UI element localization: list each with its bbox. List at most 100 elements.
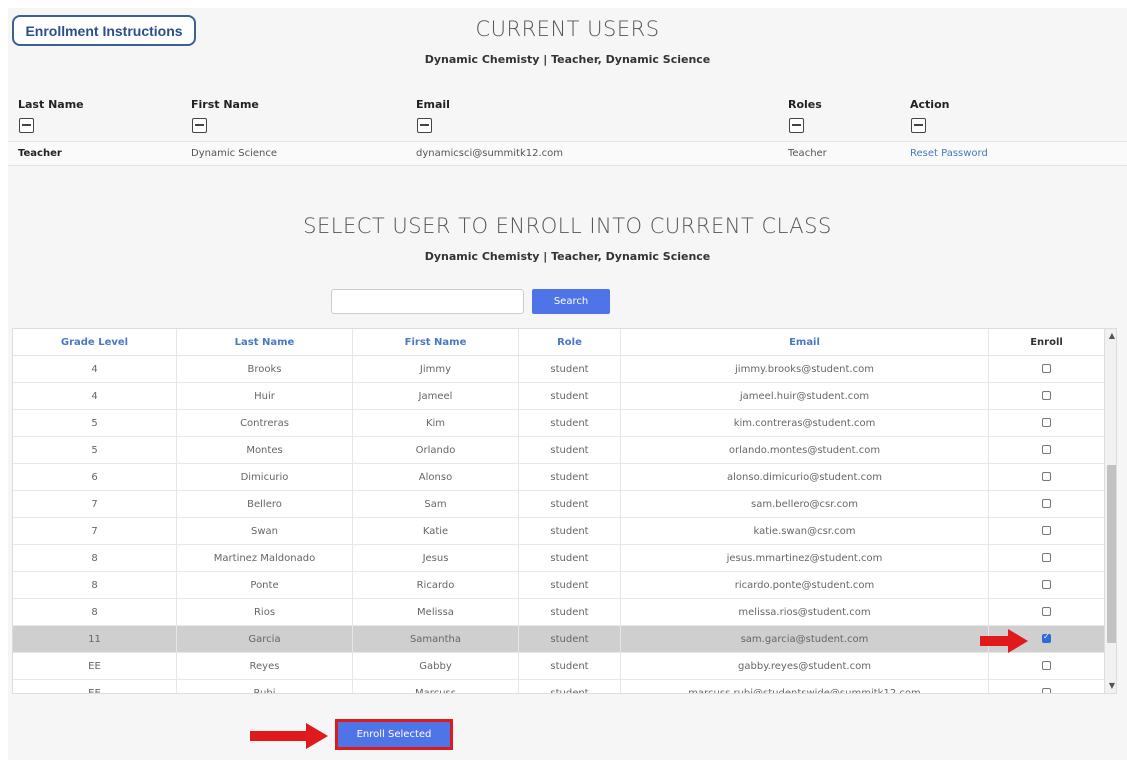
enroll-checkbox[interactable] xyxy=(1042,364,1051,373)
enroll-checkbox[interactable] xyxy=(1042,418,1051,427)
col-header-first-name: First Name xyxy=(191,98,259,111)
table-row[interactable]: 8 Martinez Maldonado Jesus student jesus.mma… xyxy=(13,545,1104,572)
scroll-up-icon[interactable]: ▲ xyxy=(1105,329,1116,343)
enroll-checkbox[interactable] xyxy=(1042,391,1051,400)
table-row[interactable]: 5 Contreras Kim student kim.contreras@studen… xyxy=(13,410,1104,437)
current-users-subtitle: Dynamic Chemisty | Teacher, Dynamic Scie… xyxy=(424,53,711,66)
col-header-email: Email xyxy=(416,98,450,111)
cell-last: Bellero xyxy=(177,491,353,518)
cell-email: marcuss.rubi@studentswide@summitk12.com xyxy=(621,680,989,693)
cell-last: Dimicurio xyxy=(177,464,353,491)
collapse-last-name-icon[interactable] xyxy=(19,118,34,133)
cell-role: student xyxy=(519,653,621,680)
th-email[interactable]: Email xyxy=(621,329,989,356)
cell-last: Garcia xyxy=(177,626,353,653)
cell-first: Melissa xyxy=(353,599,519,626)
enroll-table: Grade Level Last Name First Name Role Em… xyxy=(12,328,1117,694)
table-row[interactable]: 7 Swan Katie student katie.swan@csr.com xyxy=(13,518,1104,545)
cell-role: student xyxy=(519,599,621,626)
th-first-name[interactable]: First Name xyxy=(353,329,519,356)
cell-role: student xyxy=(519,356,621,383)
table-row[interactable]: 7 Bellero Sam student sam.bellero@csr.com xyxy=(13,491,1104,518)
enroll-checkbox[interactable] xyxy=(1042,499,1051,508)
cell-grade: 4 xyxy=(13,356,177,383)
cell-email: sam.bellero@csr.com xyxy=(621,491,989,518)
cell-first: Ricardo xyxy=(353,572,519,599)
cell-last: Brooks xyxy=(177,356,353,383)
reset-password-link[interactable]: Reset Password xyxy=(910,148,988,159)
cell-grade: 8 xyxy=(13,545,177,572)
select-user-subtitle: Dynamic Chemisty | Teacher, Dynamic Scie… xyxy=(424,250,711,263)
cell-email: kim.contreras@student.com xyxy=(621,410,989,437)
cell-role: student xyxy=(519,626,621,653)
cell-first: Marcuss xyxy=(353,680,519,693)
cell-first: Gabby xyxy=(353,653,519,680)
table-row[interactable]: 4 Brooks Jimmy student jimmy.brooks@student.… xyxy=(13,356,1104,383)
enroll-checkbox[interactable] xyxy=(1042,445,1051,454)
cell-last: Rubi xyxy=(177,680,353,693)
enroll-checkbox[interactable] xyxy=(1042,632,1051,643)
th-role[interactable]: Role xyxy=(519,329,621,356)
table-row[interactable]: 4 Huir Jameel student jameel.huir@student.co… xyxy=(13,383,1104,410)
cell-email: gabby.reyes@student.com xyxy=(621,653,989,680)
annotation-arrow-checkbox xyxy=(980,629,1028,653)
current-user-email: dynamicsci@summitk12.com xyxy=(416,148,564,159)
cell-email: melissa.rios@student.com xyxy=(621,599,989,626)
search-input[interactable] xyxy=(331,289,524,314)
cell-first: Kim xyxy=(353,410,519,437)
cell-first: Jesus xyxy=(353,545,519,572)
cell-grade: 4 xyxy=(13,383,177,410)
cell-email: jameel.huir@student.com xyxy=(621,383,989,410)
col-header-last-name: Last Name xyxy=(18,98,84,111)
cell-email: katie.swan@csr.com xyxy=(621,518,989,545)
cell-role: student xyxy=(519,545,621,572)
th-grade-level[interactable]: Grade Level xyxy=(13,329,177,356)
cell-role: student xyxy=(519,518,621,545)
cell-last: Ponte xyxy=(177,572,353,599)
search-button[interactable]: Search xyxy=(532,289,610,314)
cell-last: Martinez Maldonado xyxy=(177,545,353,572)
enroll-checkbox[interactable] xyxy=(1042,553,1051,562)
enroll-selected-button[interactable]: Enroll Selected xyxy=(335,719,453,750)
table-row[interactable]: 8 Ponte Ricardo student ricardo.ponte@studen… xyxy=(13,572,1104,599)
cell-last: Contreras xyxy=(177,410,353,437)
enroll-checkbox[interactable] xyxy=(1042,472,1051,481)
cell-grade: 7 xyxy=(13,491,177,518)
col-header-roles: Roles xyxy=(788,98,822,111)
collapse-roles-icon[interactable] xyxy=(789,118,804,133)
cell-last: Swan xyxy=(177,518,353,545)
cell-first: Jimmy xyxy=(353,356,519,383)
enroll-checkbox[interactable] xyxy=(1042,580,1051,589)
cell-last: Montes xyxy=(177,437,353,464)
table-row[interactable]: 11 Garcia Samantha student sam.garcia@studen… xyxy=(13,626,1104,653)
enroll-checkbox[interactable] xyxy=(1042,661,1051,670)
collapse-email-icon[interactable] xyxy=(417,118,432,133)
cell-email: jesus.mmartinez@student.com xyxy=(621,545,989,572)
cell-grade: 5 xyxy=(13,410,177,437)
main-panel: Enrollment Instructions CURRENT USERS Dy… xyxy=(8,8,1127,760)
table-scrollbar[interactable]: ▲ ▼ xyxy=(1104,329,1116,693)
cell-grade: 7 xyxy=(13,518,177,545)
table-row[interactable]: EE Reyes Gabby student gabby.reyes@student.c… xyxy=(13,653,1104,680)
collapse-action-icon[interactable] xyxy=(911,118,926,133)
cell-email: ricardo.ponte@student.com xyxy=(621,572,989,599)
collapse-first-name-icon[interactable] xyxy=(192,118,207,133)
table-row[interactable]: 6 Dimicurio Alonso student alonso.dimicurio@… xyxy=(13,464,1104,491)
table-row[interactable]: EE Rubi Marcuss student marcuss.rubi@student… xyxy=(13,680,1104,693)
table-row[interactable]: 8 Rios Melissa student melissa.rios@student.… xyxy=(13,599,1104,626)
cell-role: student xyxy=(519,437,621,464)
table-row[interactable]: 5 Montes Orlando student orlando.montes@stud… xyxy=(13,437,1104,464)
cell-last: Huir xyxy=(177,383,353,410)
cell-role: student xyxy=(519,464,621,491)
enroll-checkbox[interactable] xyxy=(1042,688,1051,693)
scroll-thumb[interactable] xyxy=(1107,465,1116,643)
th-last-name[interactable]: Last Name xyxy=(177,329,353,356)
scroll-down-icon[interactable]: ▼ xyxy=(1105,679,1116,693)
cell-grade: 6 xyxy=(13,464,177,491)
enroll-checkbox[interactable] xyxy=(1042,607,1051,616)
cell-grade: 8 xyxy=(13,572,177,599)
enroll-checkbox[interactable] xyxy=(1042,526,1051,535)
cell-email: jimmy.brooks@student.com xyxy=(621,356,989,383)
current-user-row: Teacher Dynamic Science dynamicsci@summi… xyxy=(8,141,1127,166)
current-user-first-name: Dynamic Science xyxy=(191,148,278,159)
